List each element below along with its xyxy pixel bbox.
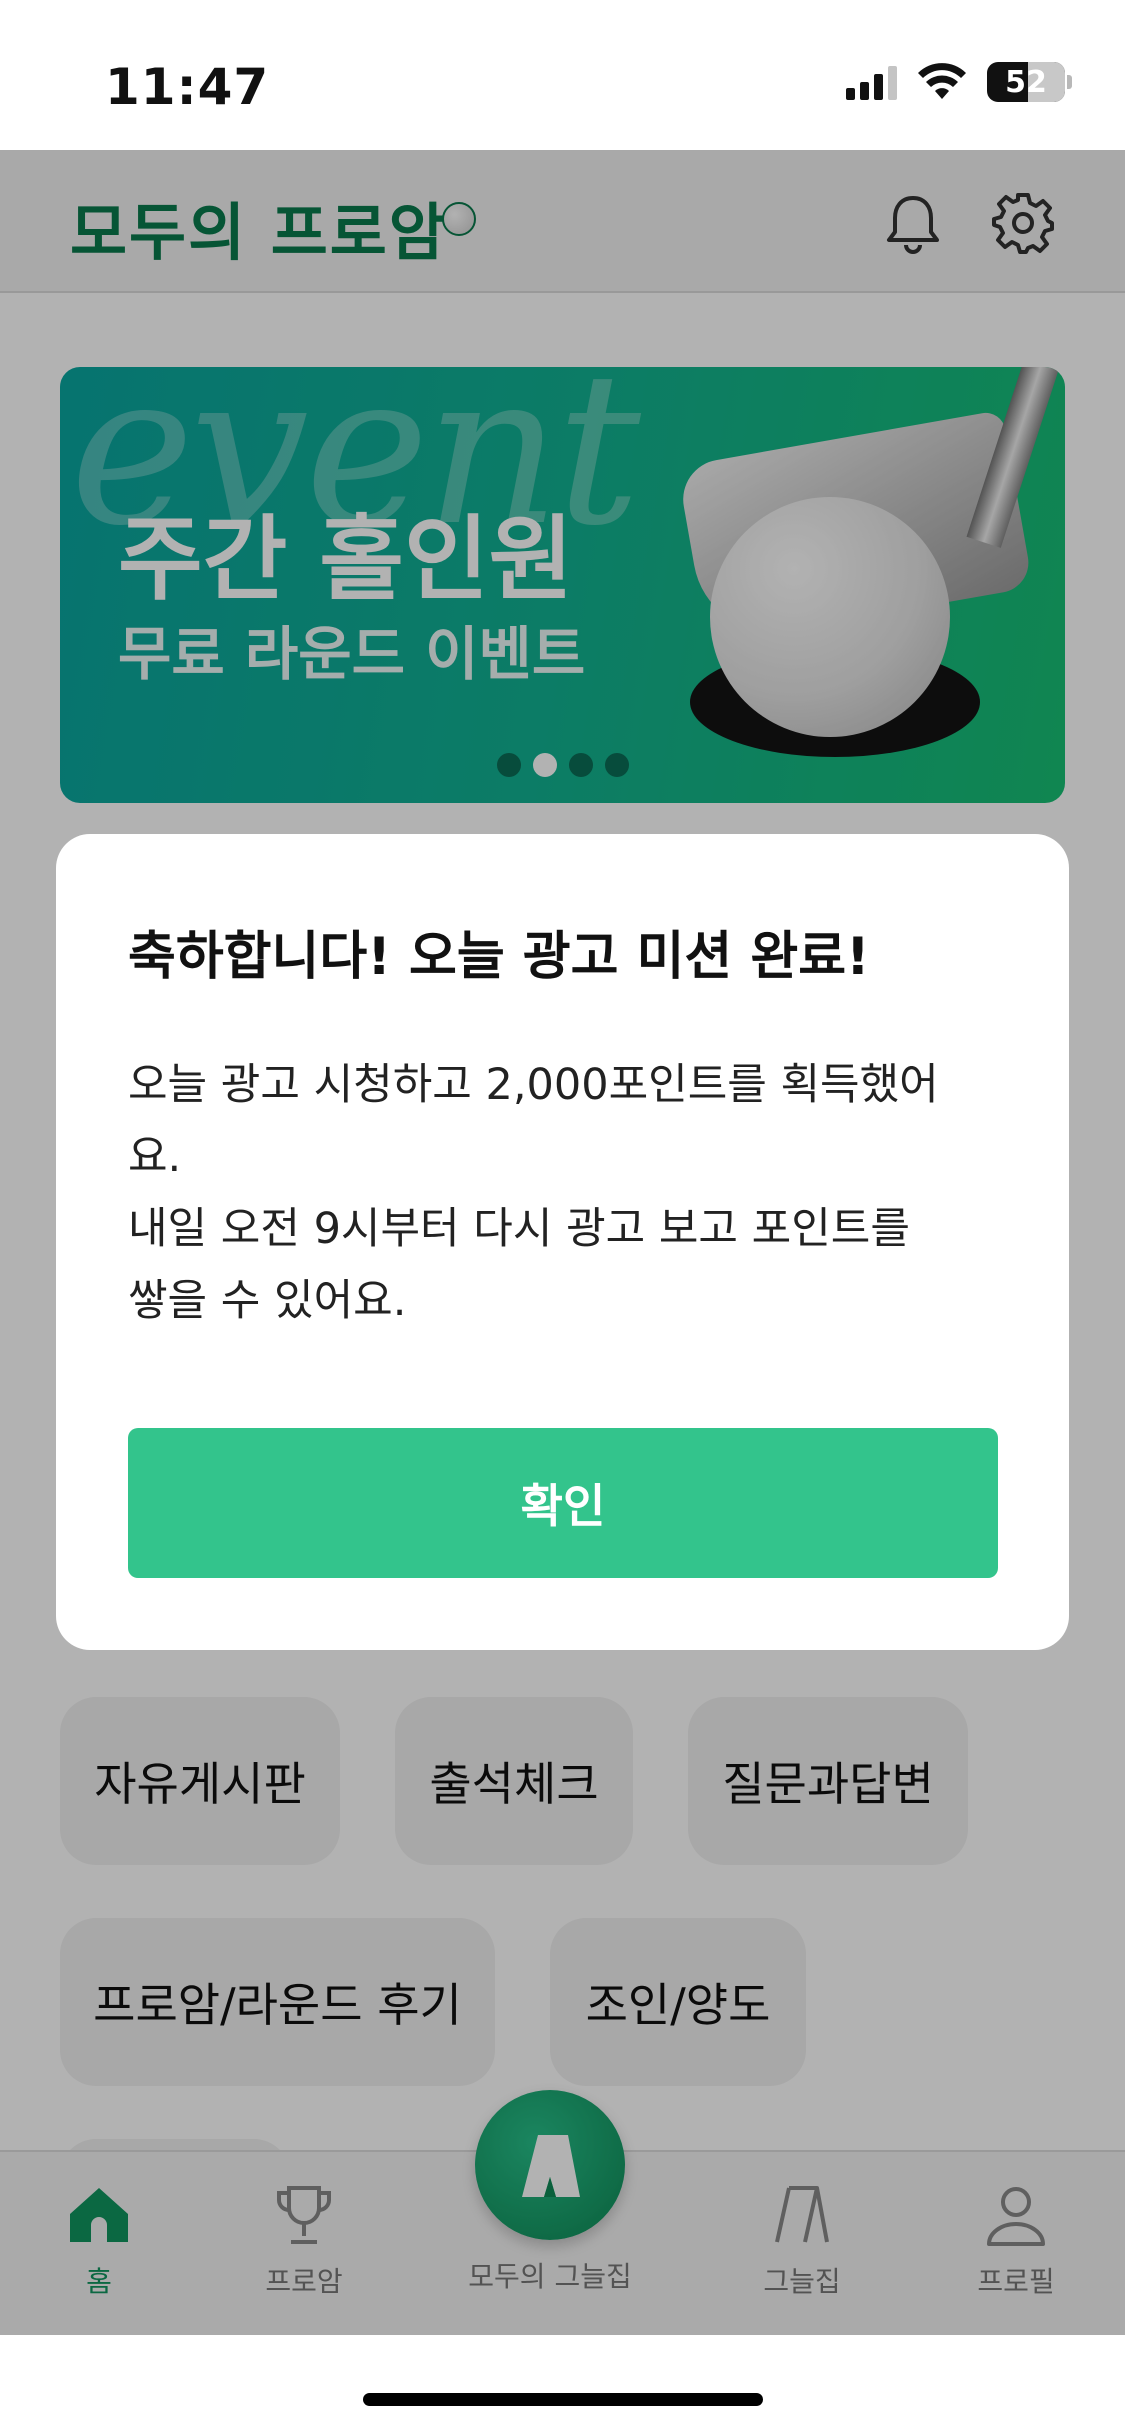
status-icons: 52 (846, 62, 1072, 102)
battery-level: 52 (1005, 64, 1047, 100)
cellular-signal-icon (846, 64, 897, 100)
status-time: 11:47 (105, 58, 270, 116)
mission-complete-dialog: 축하합니다! 오늘 광고 미션 완료! 오늘 광고 시청하고 2,000포인트를… (56, 834, 1069, 1650)
dialog-message: 오늘 광고 시청하고 2,000포인트를 획득했어 요. 내일 오전 9시부터 … (128, 1060, 939, 1326)
confirm-button[interactable]: 확인 (128, 1428, 998, 1578)
home-indicator[interactable] (363, 2393, 763, 2406)
home-indicator-area (0, 2335, 1125, 2436)
status-bar: 11:47 52 (0, 0, 1125, 150)
battery-icon: 52 (987, 62, 1072, 102)
dialog-title: 축하합니다! 오늘 광고 미션 완료! (128, 927, 870, 987)
wifi-icon (918, 63, 966, 99)
